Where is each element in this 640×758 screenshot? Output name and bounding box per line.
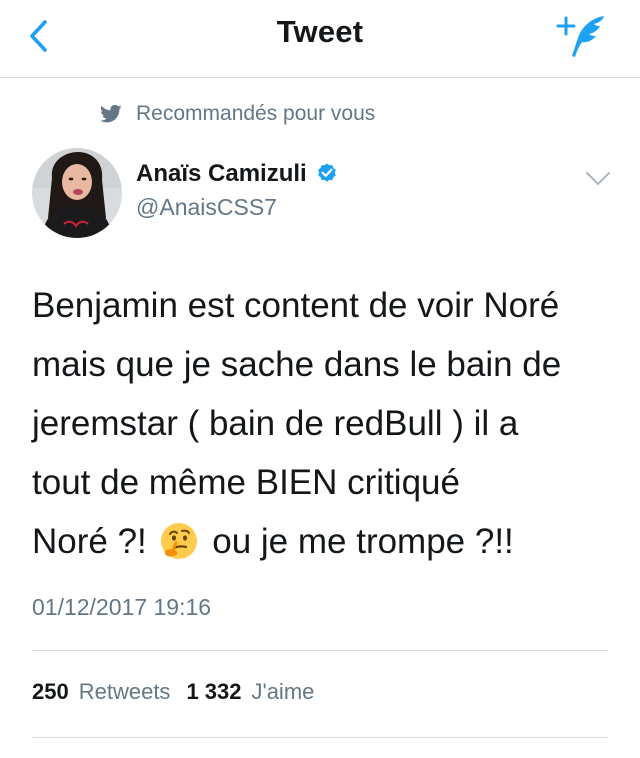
tweet-fragment: ou je me trompe ?!!: [212, 522, 514, 561]
compose-quill-icon[interactable]: [556, 12, 612, 60]
tweet-line-last: Noré ?! ou je me trompe ?!!: [32, 512, 622, 571]
avatar-photo: [32, 148, 122, 238]
likes-count[interactable]: 1 332: [186, 679, 241, 705]
author-display-name[interactable]: Anaïs Camizuli: [136, 160, 307, 188]
tweet-line: Benjamin est content de voir Noré: [32, 286, 560, 325]
thinking-face-emoji-icon: [160, 523, 197, 559]
tweet-line: mais que je sache dans le bain de: [32, 345, 562, 384]
tweet-line: jeremstar ( bain de redBull ) il a: [32, 404, 519, 443]
recommendation-label: Recommandés pour vous: [136, 102, 376, 125]
tweet-text: Benjamin est content de voir Noré mais q…: [32, 276, 622, 571]
author-name-row[interactable]: Anaïs Camizuli: [136, 160, 339, 188]
chevron-down-icon[interactable]: [584, 170, 612, 188]
tweet-timestamp[interactable]: 01/12/2017 19:16: [32, 594, 211, 621]
tweet-line: tout de même BIEN critiqué: [32, 463, 460, 502]
page-title: Tweet: [276, 14, 364, 49]
verified-badge-icon: [317, 163, 336, 182]
divider: [32, 737, 608, 738]
recommendation-context: Recommandés pour vous: [100, 100, 375, 128]
retweets-label[interactable]: Retweets: [79, 679, 171, 705]
twitter-bird-icon: [100, 104, 122, 123]
engagement-stats: 250 Retweets 1 332 J'aime: [32, 679, 330, 705]
divider: [32, 650, 608, 651]
author-handle[interactable]: @AnaisCSS7: [136, 194, 277, 221]
navigation-bar: Tweet: [0, 0, 640, 78]
avatar[interactable]: [32, 148, 122, 238]
retweets-count[interactable]: 250: [32, 679, 69, 705]
tweet-fragment: Noré ?!: [32, 522, 147, 561]
likes-label[interactable]: J'aime: [252, 679, 315, 705]
